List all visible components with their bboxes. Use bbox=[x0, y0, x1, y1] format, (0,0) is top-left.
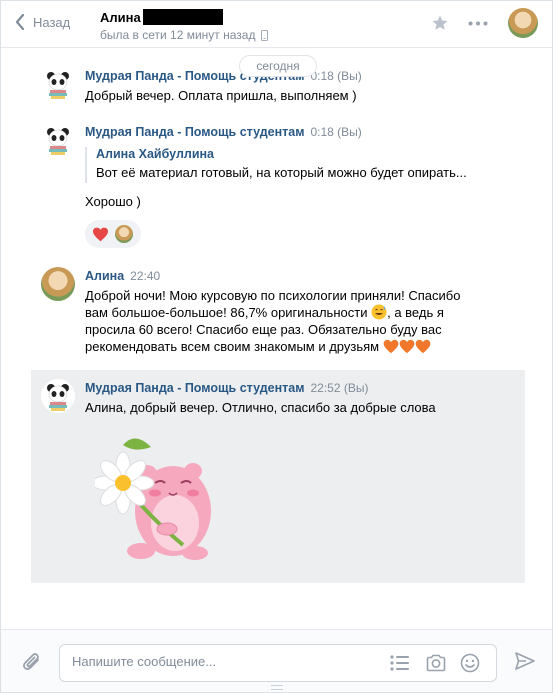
panda-avatar[interactable] bbox=[41, 67, 75, 101]
text-fragment: вам большое-большое! 86,7% оригинальност… bbox=[85, 305, 368, 320]
message-text: Добрый вечер. Оплата пришла, выполняем ) bbox=[85, 88, 357, 103]
message-author[interactable]: Алина 22:40 bbox=[85, 269, 160, 283]
message-text: Доброй ночи! Мою курсовую по психологии … bbox=[85, 287, 505, 355]
more-icon[interactable] bbox=[468, 21, 488, 26]
message-author[interactable]: Мудрая Панда - Помощь студентам 0:18 (Вы) bbox=[85, 125, 362, 139]
text-line: просила 60 всего! Спасибо еще раз. Обяза… bbox=[85, 322, 442, 337]
reply-quote[interactable]: Алина Хайбуллина Вот её материал готовый… bbox=[85, 147, 467, 183]
panda-icon bbox=[47, 128, 69, 155]
message-input[interactable] bbox=[72, 654, 372, 669]
message-4[interactable]: Мудрая Панда - Помощь студентам 22:52 (Вы… bbox=[1, 375, 552, 580]
star-icon[interactable] bbox=[431, 14, 449, 32]
back-chevron-icon bbox=[15, 14, 25, 30]
panda-icon bbox=[41, 379, 75, 413]
quote-author: Алина Хайбуллина bbox=[96, 147, 215, 161]
panda-avatar[interactable] bbox=[41, 123, 75, 157]
list-icon[interactable] bbox=[390, 655, 410, 671]
orange-heart-emoji-icon bbox=[415, 339, 431, 354]
smile-icon[interactable] bbox=[460, 653, 480, 673]
panda-icon bbox=[47, 72, 69, 99]
peer-name-text: Алина bbox=[100, 9, 141, 25]
paperclip-icon[interactable] bbox=[22, 651, 42, 673]
peer-name[interactable]: Алина bbox=[100, 9, 223, 25]
author-name: Алина bbox=[85, 269, 125, 283]
text-line: рекомендовать всем своим знакомым и друз… bbox=[85, 338, 505, 355]
message-text: Хорошо ) bbox=[85, 194, 141, 209]
reactor-avatar bbox=[115, 225, 133, 243]
resize-grip[interactable] bbox=[271, 685, 283, 690]
message-2: Мудрая Панда - Помощь студентам 0:18 (Вы)… bbox=[1, 119, 552, 249]
heart-icon bbox=[93, 227, 108, 241]
orange-heart-emoji-icon bbox=[399, 339, 415, 354]
quote-text: Вот её материал готовый, на который можн… bbox=[96, 165, 467, 180]
author-name: Мудрая Панда - Помощь студентам bbox=[85, 381, 305, 395]
message-time: 0:18 (Вы) bbox=[310, 69, 362, 83]
alina-avatar[interactable] bbox=[41, 267, 75, 301]
redacted-surname bbox=[142, 9, 223, 25]
message-3: Алина 22:40 Доброй ночи! Мою курсовую по … bbox=[1, 263, 552, 363]
message-author[interactable]: Мудрая Панда - Помощь студентам 22:52 (Вы… bbox=[85, 381, 368, 395]
send-icon[interactable] bbox=[515, 652, 535, 670]
phone-icon bbox=[261, 29, 269, 41]
message-time: 22:52 (Вы) bbox=[310, 381, 369, 395]
message-author[interactable]: Мудрая Панда - Помощь студентам 0:18 (Вы) bbox=[85, 69, 362, 83]
reaction-badge[interactable] bbox=[85, 220, 141, 248]
text-line: Доброй ночи! Мою курсовую по психологии … bbox=[85, 288, 461, 303]
message-text: Алина, добрый вечер. Отлично, спасибо за… bbox=[85, 400, 436, 415]
chat-window: Назад Алина была в сети 12 минут назад с… bbox=[0, 0, 553, 693]
peer-status-text: была в сети 12 минут назад bbox=[100, 28, 256, 42]
camera-icon[interactable] bbox=[426, 654, 446, 672]
back-button[interactable]: Назад bbox=[15, 14, 70, 30]
date-divider: сегодня bbox=[239, 55, 317, 77]
text-fragment: , а ведь я bbox=[387, 305, 444, 320]
message-input-box[interactable] bbox=[59, 644, 497, 682]
orange-heart-emoji-icon bbox=[383, 339, 399, 354]
text-fragment: рекомендовать всем своим знакомым и друз… bbox=[85, 339, 380, 354]
peer-status: была в сети 12 минут назад bbox=[100, 28, 269, 42]
chat-header: Назад Алина была в сети 12 минут назад bbox=[1, 1, 552, 48]
panda-avatar[interactable] bbox=[41, 379, 75, 413]
text-line: вам большое-большое! 86,7% оригинальност… bbox=[85, 304, 505, 321]
sweat-smile-emoji-icon bbox=[371, 304, 387, 320]
peer-avatar[interactable] bbox=[508, 8, 538, 38]
message-time: 0:18 (Вы) bbox=[310, 125, 362, 139]
message-time: 22:40 bbox=[130, 269, 161, 283]
composer-bar bbox=[1, 629, 552, 692]
back-label: Назад bbox=[33, 14, 71, 30]
hamster-sticker[interactable] bbox=[95, 433, 220, 563]
author-name: Мудрая Панда - Помощь студентам bbox=[85, 125, 305, 139]
